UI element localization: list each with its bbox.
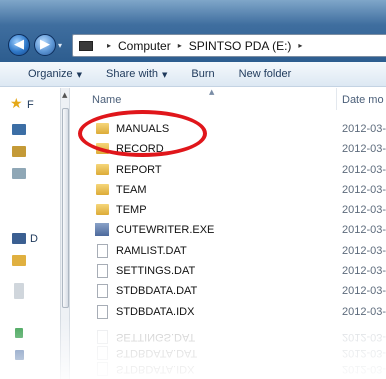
- forward-button[interactable]: ▶: [34, 34, 56, 56]
- file-icon: [97, 264, 108, 279]
- organize-button[interactable]: Organize ▼: [0, 68, 94, 80]
- breadcrumb-separator: ▸: [107, 41, 112, 50]
- downloads-icon[interactable]: [12, 146, 26, 157]
- column-divider[interactable]: [336, 88, 337, 110]
- file-name: TEMP: [116, 204, 147, 217]
- file-name: TEAM: [116, 183, 147, 196]
- scroll-up-icon[interactable]: ▲: [62, 91, 67, 99]
- file-date-modified: 2012-03-: [342, 224, 386, 237]
- document-icon[interactable]: [14, 283, 24, 299]
- reflection-fade: [0, 318, 386, 379]
- address-bar-area: ◀ ▶ ▾ ▸ Computer ▸ SPINTSO PDA (E:) ▸: [0, 0, 386, 62]
- file-date-modified: 2012-03-: [342, 123, 386, 135]
- chevron-down-icon: ▼: [162, 71, 168, 79]
- file-name: CUTEWRITER.EXE: [116, 224, 215, 237]
- file-row[interactable]: STDBDATA.DAT 2012-03-: [72, 281, 386, 301]
- burn-button[interactable]: Burn: [179, 68, 226, 80]
- chevron-down-icon: ▼: [76, 71, 83, 79]
- file-name: REPORT: [116, 163, 162, 176]
- file-row[interactable]: RAMLIST.DAT 2012-03-: [72, 241, 386, 261]
- file-name: STDBDATA.IDX: [116, 305, 195, 318]
- file-name: STDBDATA.DAT: [116, 285, 198, 298]
- address-bar[interactable]: ▸ Computer ▸ SPINTSO PDA (E:) ▸: [72, 34, 386, 57]
- file-date-modified: 2012-03-: [342, 265, 386, 278]
- recent-places-icon[interactable]: [12, 168, 26, 179]
- file-date-modified: 2012-03-: [342, 204, 386, 217]
- folder-icon: [96, 183, 109, 195]
- folder-icon: [96, 204, 109, 216]
- column-header: ▲ Name Date mo: [72, 88, 386, 110]
- breadcrumb-separator: ▸: [177, 41, 182, 50]
- file-date-modified: 2012-03-: [342, 244, 386, 257]
- file-row[interactable]: TEMP 2012-03-: [72, 200, 386, 220]
- computer-icon: [79, 40, 93, 51]
- share-with-button[interactable]: Share with ▼: [94, 68, 179, 80]
- recent-pages-dropdown-icon[interactable]: ▾: [58, 41, 68, 51]
- libraries-icon[interactable]: [12, 255, 26, 266]
- file-name: SETTINGS.DAT: [116, 265, 196, 278]
- file-row[interactable]: REPORT 2012-03-: [72, 160, 386, 180]
- file-row[interactable]: TEAM 2012-03-: [72, 180, 386, 200]
- application-icon: [95, 223, 109, 237]
- file-row[interactable]: CUTEWRITER.EXE 2012-03-: [72, 220, 386, 240]
- file-date-modified: 2012-03-: [342, 163, 386, 176]
- file-icon: [97, 304, 108, 319]
- folder-icon: [96, 163, 109, 175]
- scrollbar-thumb[interactable]: [62, 108, 69, 308]
- new-folder-button[interactable]: New folder: [227, 68, 304, 80]
- file-row[interactable]: SETTINGS.DAT 2012-03-: [72, 261, 386, 281]
- desktop-tree-label[interactable]: D: [30, 233, 38, 245]
- file-icon: [97, 284, 108, 299]
- favorites-label[interactable]: F: [27, 99, 34, 111]
- breadcrumb-drive[interactable]: SPINTSO PDA (E:): [189, 39, 292, 53]
- favorites-star-icon[interactable]: ★: [10, 96, 23, 112]
- file-name: RAMLIST.DAT: [116, 244, 187, 257]
- desktop-tree-icon[interactable]: [12, 233, 26, 244]
- explorer-window: ◀ ▶ ▾ ▸ Computer ▸ SPINTSO PDA (E:) ▸ Or…: [0, 0, 386, 379]
- sort-ascending-icon: ▲: [209, 88, 215, 96]
- desktop-icon[interactable]: [12, 124, 26, 135]
- file-date-modified: 2012-03-: [342, 143, 386, 156]
- highlight-ellipse: [78, 110, 207, 157]
- file-date-modified: 2012-03-: [342, 305, 386, 318]
- breadcrumb-separator[interactable]: ▸: [298, 41, 302, 50]
- file-date-modified: 2012-03-: [342, 183, 386, 196]
- file-date-modified: 2012-03-: [342, 285, 386, 298]
- organize-label: Organize: [28, 68, 73, 80]
- command-bar: Organize ▼ Share with ▼ Burn New folder: [0, 62, 386, 87]
- column-date-header[interactable]: Date mo: [342, 94, 384, 106]
- column-name-header[interactable]: Name: [92, 94, 121, 106]
- file-icon: [97, 243, 108, 258]
- back-button[interactable]: ◀: [8, 34, 30, 56]
- share-with-label: Share with: [106, 68, 159, 80]
- breadcrumb-computer[interactable]: Computer: [118, 39, 171, 53]
